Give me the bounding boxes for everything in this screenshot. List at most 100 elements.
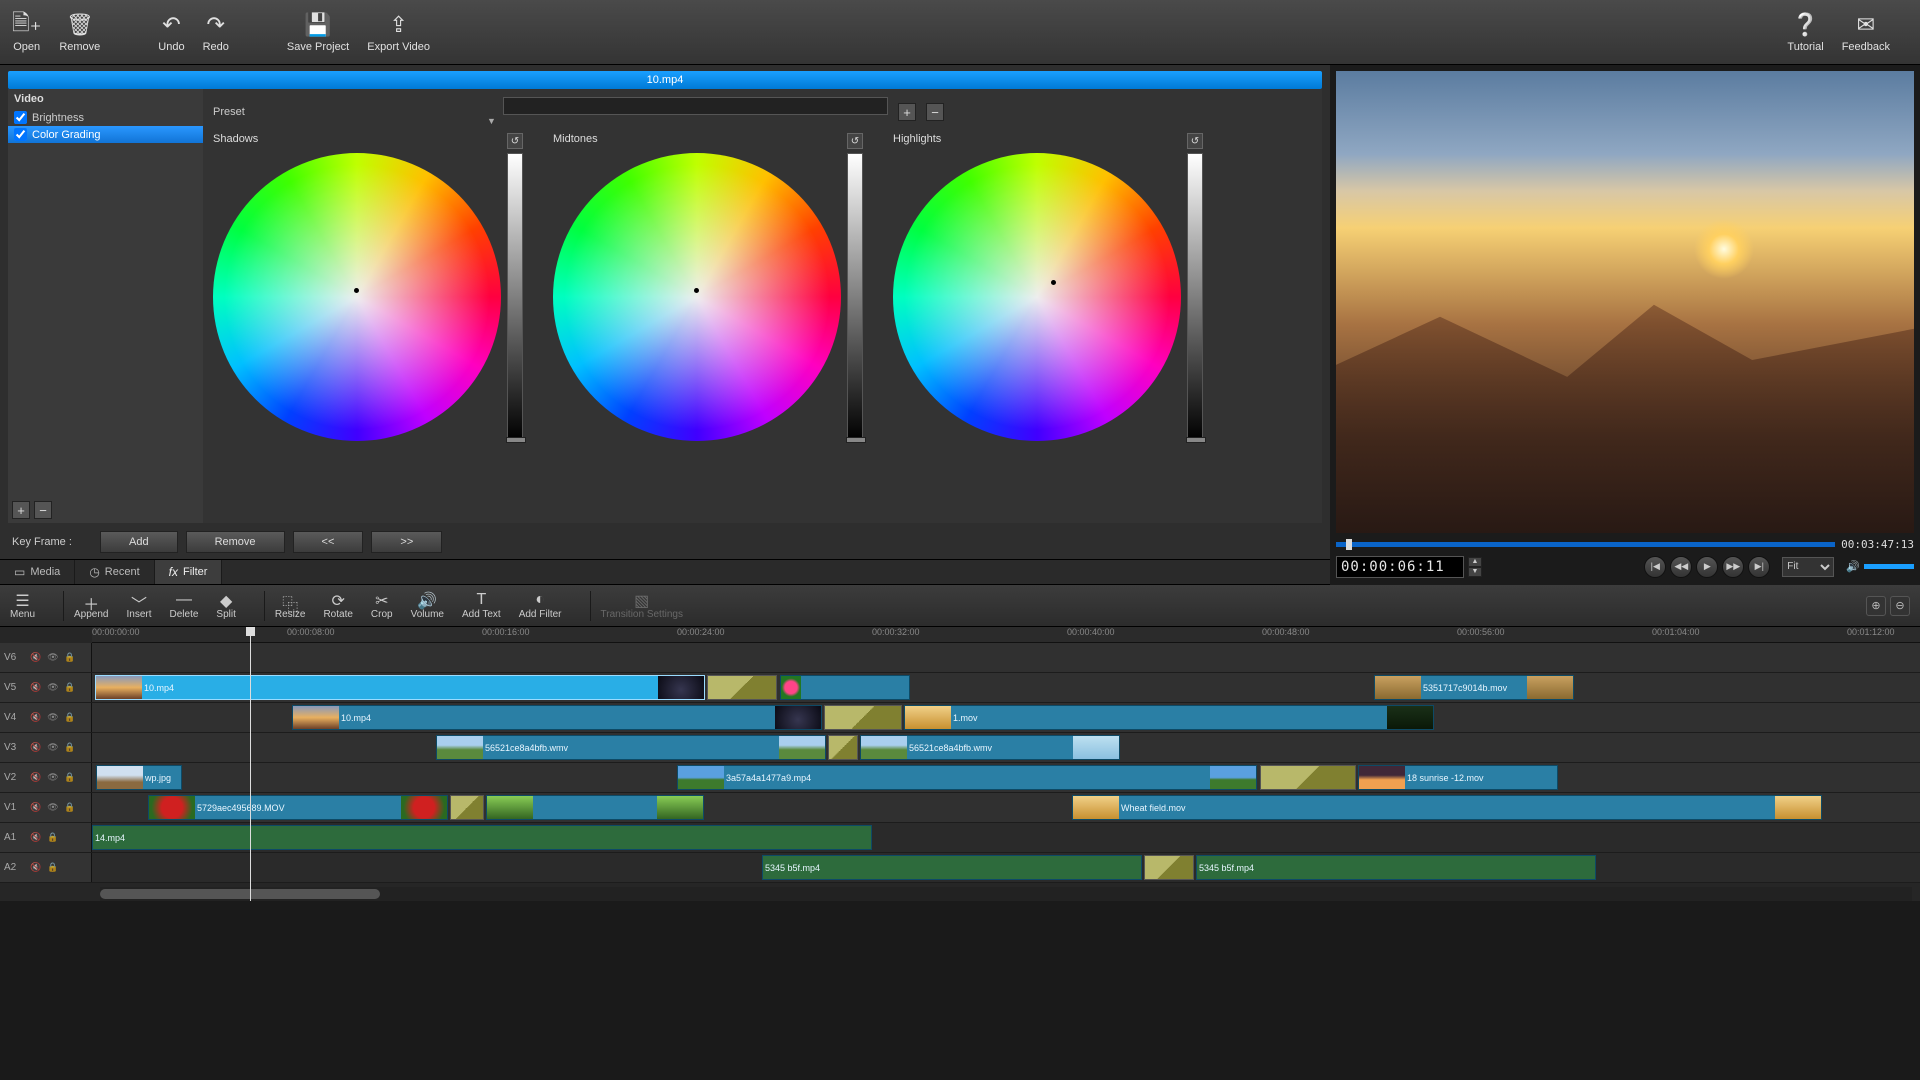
- track-lane[interactable]: 14.mp4: [92, 823, 1920, 852]
- eye-icon[interactable]: 👁: [46, 771, 60, 785]
- clip[interactable]: 5345 b5f.mp4: [762, 855, 1142, 880]
- timeline-scrollbar[interactable]: [100, 887, 1912, 901]
- transition[interactable]: [828, 735, 858, 760]
- slider-handle[interactable]: [1186, 437, 1206, 443]
- rewind-button[interactable]: ◀◀: [1670, 556, 1692, 578]
- slider-handle[interactable]: [506, 437, 526, 443]
- clip[interactable]: 3a57a4a1477a9.mp4: [677, 765, 1257, 790]
- mute-icon[interactable]: 🔇: [29, 741, 43, 755]
- volume-button[interactable]: 🔊Volume: [411, 591, 444, 620]
- clip[interactable]: Wheat field.mov: [1072, 795, 1822, 820]
- timecode-up-button[interactable]: ▲: [1468, 557, 1482, 567]
- transition[interactable]: [450, 795, 484, 820]
- lock-icon[interactable]: 🔒: [46, 861, 60, 875]
- transition[interactable]: [1144, 855, 1194, 880]
- skip-end-button[interactable]: ▶|: [1748, 556, 1770, 578]
- keyframe-remove-button[interactable]: Remove: [186, 531, 285, 553]
- mute-icon[interactable]: 🔇: [29, 711, 43, 725]
- rotate-button[interactable]: ⟳Rotate: [323, 591, 352, 620]
- timeline-ruler[interactable]: 00:00:00:0000:00:08:0000:00:16:0000:00:2…: [92, 627, 1920, 643]
- tab-filter[interactable]: fxFilter: [155, 560, 223, 584]
- track-lane[interactable]: [92, 643, 1920, 672]
- keyframe-next-button[interactable]: >>: [371, 531, 442, 553]
- preset-select[interactable]: [503, 97, 888, 115]
- lock-icon[interactable]: 🔒: [63, 771, 77, 785]
- keyframe-prev-button[interactable]: <<: [293, 531, 364, 553]
- scrollbar-thumb[interactable]: [100, 889, 380, 899]
- highlights-luma-slider[interactable]: [1187, 153, 1203, 441]
- mute-icon[interactable]: 🔇: [29, 831, 43, 845]
- delete-button[interactable]: —Delete: [170, 591, 199, 620]
- clip[interactable]: 56521ce8a4bfb.wmv: [436, 735, 826, 760]
- undo-button[interactable]: ↶Undo: [158, 6, 184, 58]
- eye-icon[interactable]: 👁: [46, 741, 60, 755]
- volume-icon[interactable]: 🔊: [1846, 560, 1860, 573]
- clip[interactable]: 10.mp4: [292, 705, 822, 730]
- lock-icon[interactable]: 🔒: [63, 681, 77, 695]
- track-lane[interactable]: 5729aec495689.MOV Wheat field.mov: [92, 793, 1920, 822]
- clip[interactable]: 5351717c9014b.mov: [1374, 675, 1574, 700]
- midtones-color-wheel[interactable]: [553, 153, 841, 441]
- clip[interactable]: wp.jpg: [96, 765, 182, 790]
- midtones-luma-slider[interactable]: [847, 153, 863, 441]
- lock-icon[interactable]: 🔒: [63, 801, 77, 815]
- clip[interactable]: 18 sunrise -12.mov: [1358, 765, 1558, 790]
- mute-icon[interactable]: 🔇: [29, 771, 43, 785]
- clip[interactable]: 56521ce8a4bfb.wmv: [860, 735, 1120, 760]
- clip[interactable]: 5345 b5f.mp4: [1196, 855, 1596, 880]
- clip[interactable]: 14.mp4: [92, 825, 872, 850]
- eye-icon[interactable]: 👁: [46, 651, 60, 665]
- timecode-down-button[interactable]: ▼: [1468, 567, 1482, 577]
- append-button[interactable]: ＋Append: [74, 591, 108, 620]
- save-project-button[interactable]: 💾Save Project: [287, 6, 349, 58]
- preset-remove-button[interactable]: −: [926, 103, 944, 121]
- lock-icon[interactable]: 🔒: [46, 831, 60, 845]
- play-button[interactable]: ▶: [1696, 556, 1718, 578]
- clip[interactable]: [486, 795, 704, 820]
- preset-add-button[interactable]: +: [898, 103, 916, 121]
- midtones-wheel-handle[interactable]: [694, 288, 699, 293]
- redo-button[interactable]: ↷Redo: [203, 6, 229, 58]
- lock-icon[interactable]: 🔒: [63, 741, 77, 755]
- export-video-button[interactable]: ⇪Export Video: [367, 6, 430, 58]
- brightness-checkbox[interactable]: [14, 111, 27, 124]
- clip[interactable]: [780, 675, 910, 700]
- add-filter-button[interactable]: ◐Add Filter: [519, 591, 562, 620]
- highlights-reset-button[interactable]: ↺: [1187, 133, 1203, 149]
- transition[interactable]: [707, 675, 777, 700]
- shadows-wheel-handle[interactable]: [354, 288, 359, 293]
- color-grading-checkbox[interactable]: [14, 128, 27, 141]
- volume-slider[interactable]: [1864, 564, 1914, 569]
- highlights-wheel-handle[interactable]: [1051, 280, 1056, 285]
- clip[interactable]: 1.mov: [904, 705, 1434, 730]
- split-button[interactable]: ◆Split: [216, 591, 235, 620]
- playhead[interactable]: [250, 627, 251, 901]
- track-lane[interactable]: 5345 b5f.mp4 5345 b5f.mp4: [92, 853, 1920, 882]
- seek-handle[interactable]: [1346, 539, 1352, 550]
- slider-handle[interactable]: [846, 437, 866, 443]
- crop-button[interactable]: ✂Crop: [371, 591, 393, 620]
- seek-bar[interactable]: [1336, 542, 1835, 547]
- zoom-out-button[interactable]: ⊖: [1890, 596, 1910, 616]
- open-button[interactable]: 🗎₊Open: [12, 6, 41, 58]
- eye-icon[interactable]: 👁: [46, 711, 60, 725]
- tab-recent[interactable]: ◷Recent: [75, 560, 154, 584]
- remove-filter-sq-button[interactable]: −: [34, 501, 52, 519]
- lock-icon[interactable]: 🔒: [63, 651, 77, 665]
- shadows-color-wheel[interactable]: [213, 153, 501, 441]
- midtones-reset-button[interactable]: ↺: [847, 133, 863, 149]
- shadows-luma-slider[interactable]: [507, 153, 523, 441]
- zoom-in-button[interactable]: ⊕: [1866, 596, 1886, 616]
- track-lane[interactable]: 10.mp4 1.mov: [92, 703, 1920, 732]
- transition[interactable]: [1260, 765, 1356, 790]
- shadows-reset-button[interactable]: ↺: [507, 133, 523, 149]
- clip[interactable]: 5729aec495689.MOV: [148, 795, 448, 820]
- resize-button[interactable]: ⿻Resize: [275, 591, 306, 620]
- add-text-button[interactable]: TAdd Text: [462, 591, 501, 620]
- insert-button[interactable]: ﹀Insert: [127, 591, 152, 620]
- skip-start-button[interactable]: |◀: [1644, 556, 1666, 578]
- mute-icon[interactable]: 🔇: [29, 801, 43, 815]
- forward-button[interactable]: ▶▶: [1722, 556, 1744, 578]
- mute-icon[interactable]: 🔇: [29, 681, 43, 695]
- mute-icon[interactable]: 🔇: [29, 861, 43, 875]
